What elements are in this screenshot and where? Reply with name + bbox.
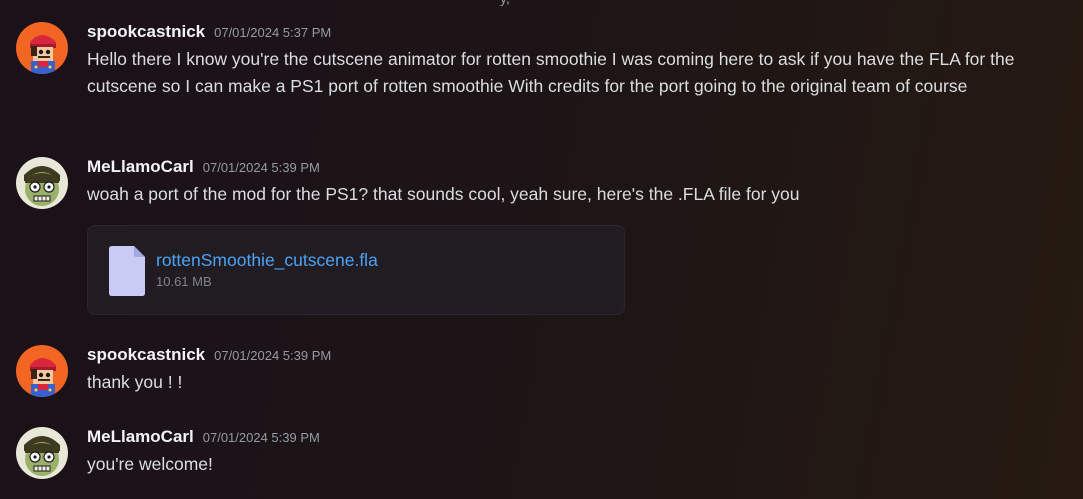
timestamp: 07/01/2024 5:39 PM [202,160,320,175]
previous-content-fragment: y, [500,0,510,6]
username[interactable]: spookcastnick [87,22,205,42]
file-size: 10.61 MB [156,274,212,289]
mario-style-avatar-icon[interactable] [16,345,68,397]
username[interactable]: MeLlamoCarl [87,427,194,447]
timestamp: 07/01/2024 5:39 PM [202,430,320,445]
message-header: MeLlamoCarl 07/01/2024 5:39 PM [87,157,320,183]
zombie-face-avatar-icon[interactable] [16,157,68,209]
message-header: spookcastnick 07/01/2024 5:39 PM [87,345,331,371]
timestamp: 07/01/2024 5:37 PM [214,25,332,40]
message-text: thank you ! ! [87,372,183,392]
file-icon [107,245,147,297]
file-attachment[interactable]: rottenSmoothie_cutscene.fla 10.61 MB [87,225,625,315]
mario-style-avatar-icon[interactable] [16,22,68,74]
timestamp: 07/01/2024 5:39 PM [214,348,332,363]
message-text: woah a port of the mod for the PS1? that… [87,184,800,204]
username[interactable]: spookcastnick [87,345,205,365]
username[interactable]: MeLlamoCarl [87,157,194,177]
message-header: MeLlamoCarl 07/01/2024 5:39 PM [87,427,320,453]
message-text: Hello there I know you're the cutscene a… [87,49,1015,96]
message-text: you're welcome! [87,454,213,474]
file-name-link[interactable]: rottenSmoothie_cutscene.fla [156,250,378,271]
zombie-face-avatar-icon[interactable] [16,427,68,479]
message-header: spookcastnick 07/01/2024 5:37 PM [87,22,331,48]
